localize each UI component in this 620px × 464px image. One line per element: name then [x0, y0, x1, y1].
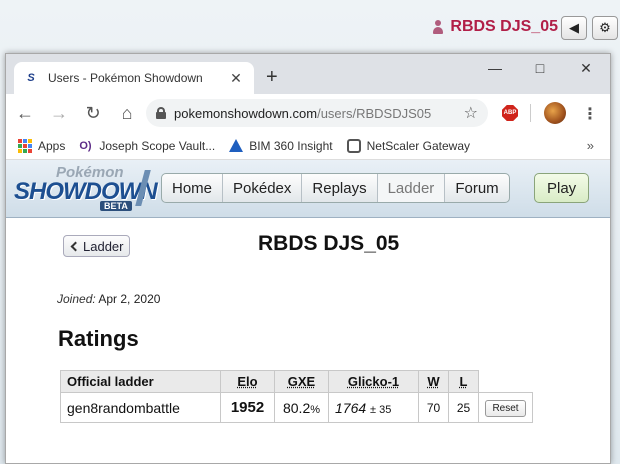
- header-elo: Elo: [220, 370, 275, 393]
- url-text: pokemonshowdown.com/users/RBDSDJS05: [174, 105, 432, 121]
- window-close-icon[interactable]: ✕: [571, 60, 601, 77]
- home-icon[interactable]: ⌂: [112, 98, 142, 128]
- nav-pokedex[interactable]: Pokédex: [223, 174, 303, 202]
- browser-menu-icon[interactable]: ⋮: [582, 104, 598, 124]
- elo-cell: 1952: [220, 392, 275, 423]
- glicko-cell: 1764 ± 35: [328, 392, 419, 423]
- wins-cell: 70: [418, 392, 449, 423]
- ladder-back-button[interactable]: Ladder: [63, 235, 131, 257]
- nav-home[interactable]: Home: [162, 174, 224, 202]
- forward-arrow-icon[interactable]: →: [44, 98, 74, 128]
- profile-username: RBDS DJS_05: [258, 232, 400, 255]
- bookmark-bim360[interactable]: BIM 360 Insight: [229, 139, 333, 153]
- tab-close-icon[interactable]: ✕: [228, 70, 244, 87]
- header-wins: W: [418, 370, 449, 393]
- play-button[interactable]: Play: [534, 173, 590, 203]
- browser-tab[interactable]: S Users - Pokémon Showdown ✕: [14, 62, 254, 94]
- ratings-heading: Ratings: [58, 326, 139, 351]
- profile-content: Ladder RBDS DJS_05 Joined: Apr 2, 2020 R…: [6, 218, 610, 463]
- scope-logo-icon: O): [79, 139, 92, 152]
- showdown-header: Pokémon SHOWDOWN BETA Home Pokédex Repla…: [6, 160, 610, 218]
- bookmark-star-icon[interactable]: ☆: [464, 103, 478, 123]
- joined-date: Joined: Apr 2, 2020: [57, 292, 161, 306]
- lock-icon: [156, 107, 166, 119]
- reload-icon[interactable]: ↻: [78, 98, 108, 128]
- minimize-icon[interactable]: —: [480, 60, 510, 76]
- chevron-left-icon: [70, 241, 81, 251]
- url-input[interactable]: pokemonshowdown.com/users/RBDSDJS05 ☆: [146, 99, 488, 127]
- bookmark-apps[interactable]: Apps: [18, 138, 65, 153]
- showdown-nav: Home Pokédex Replays Ladder Forum: [161, 173, 510, 203]
- background-user-menu[interactable]: RBDS DJS_05: [432, 18, 558, 36]
- nav-forum[interactable]: Forum: [445, 174, 508, 202]
- ratings-table: Official ladder Elo GXE Glicko-1 W L gen…: [60, 370, 533, 423]
- header-gxe: GXE: [274, 370, 329, 393]
- bookmark-netscaler[interactable]: NetScaler Gateway: [346, 138, 470, 153]
- netscaler-lock-icon: [346, 138, 361, 153]
- bookmarks-bar: Apps O) Joseph Scope Vault... BIM 360 In…: [6, 132, 610, 160]
- table-row: gen8randombattle 1952 80.2% 1764 ± 35 70…: [60, 392, 533, 423]
- background-username: RBDS DJS_05: [450, 18, 558, 35]
- gxe-cell: 80.2%: [274, 392, 329, 423]
- showdown-logo[interactable]: Pokémon SHOWDOWN BETA: [12, 164, 158, 214]
- reset-button[interactable]: Reset: [485, 400, 526, 417]
- bookmark-scope-vault[interactable]: O) Joseph Scope Vault...: [79, 139, 215, 153]
- header-official-ladder: Official ladder: [60, 370, 221, 393]
- speaker-icon: ◀: [569, 20, 579, 35]
- apps-grid-icon: [18, 138, 32, 153]
- format-cell: gen8randombattle: [60, 392, 221, 423]
- losses-cell: 25: [448, 392, 479, 423]
- tab-strip: S Users - Pokémon Showdown ✕ + — □ ✕: [6, 54, 610, 94]
- header-glicko: Glicko-1: [328, 370, 419, 393]
- showdown-favicon-icon: S: [27, 72, 35, 84]
- maximize-icon[interactable]: □: [525, 60, 555, 76]
- adblock-icon[interactable]: ABP: [502, 105, 518, 121]
- browser-window: S Users - Pokémon Showdown ✕ + — □ ✕ ← →…: [5, 53, 611, 464]
- settings-button[interactable]: ⚙: [592, 16, 618, 40]
- user-icon: [432, 20, 444, 34]
- autodesk-logo-icon: [229, 139, 244, 152]
- tab-title: Users - Pokémon Showdown: [48, 71, 203, 85]
- nav-replays[interactable]: Replays: [302, 174, 378, 202]
- bookmarks-overflow-icon[interactable]: »: [587, 138, 594, 153]
- sound-button[interactable]: ◀: [561, 16, 587, 40]
- address-bar-row: ← → ↻ ⌂ pokemonshowdown.com/users/RBDSDJ…: [6, 94, 610, 132]
- table-header-row: Official ladder Elo GXE Glicko-1 W L: [60, 370, 533, 393]
- nav-ladder[interactable]: Ladder: [377, 174, 446, 202]
- gear-icon: ⚙: [599, 20, 611, 35]
- header-losses: L: [448, 370, 479, 393]
- toolbar-divider: [530, 104, 531, 122]
- profile-avatar[interactable]: [544, 102, 566, 124]
- new-tab-icon[interactable]: +: [266, 67, 278, 87]
- back-arrow-icon[interactable]: ←: [10, 98, 40, 128]
- reset-cell: Reset: [478, 392, 533, 423]
